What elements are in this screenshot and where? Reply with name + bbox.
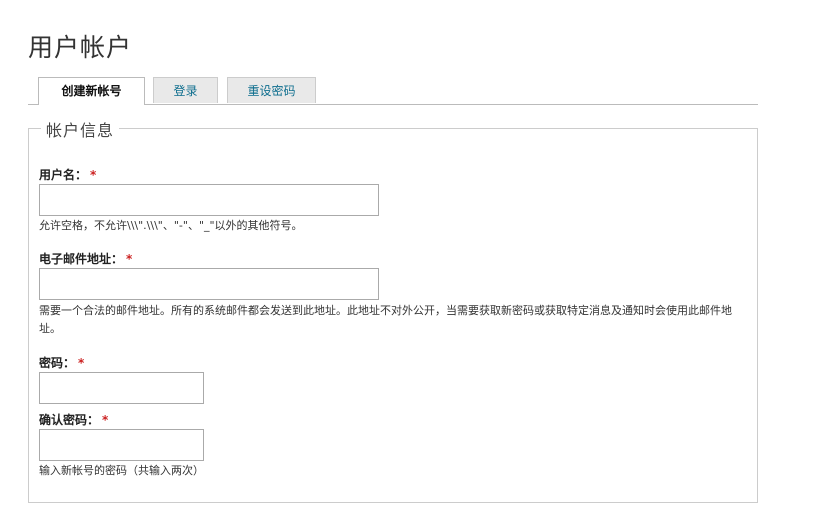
tab-create-account[interactable]: 创建新帐号 (38, 77, 145, 105)
password-required-mark: * (78, 356, 85, 370)
username-required-mark: * (90, 168, 97, 182)
password-label: 密码： * (39, 354, 84, 371)
username-input[interactable] (39, 184, 379, 216)
username-label-text: 用户名： (39, 168, 88, 182)
confirm-password-description: 输入新帐号的密码（共输入两次） (39, 464, 204, 477)
password-label-text: 密码： (39, 356, 76, 370)
email-description: 需要一个合法的邮件地址。所有的系统邮件都会发送到此地址。此地址不对外公开，当需要… (39, 304, 732, 335)
email-label: 电子邮件地址： * (39, 250, 132, 267)
confirm-password-required-mark: * (102, 413, 109, 427)
username-description: 允许空格，不允许\\\".\\\"、"-"、"_"以外的其他符号。 (39, 219, 303, 232)
username-label: 用户名： * (39, 166, 96, 183)
confirm-password-label-text: 确认密码： (39, 413, 100, 427)
tab-login[interactable]: 登录 (153, 77, 218, 103)
fieldset-legend: 帐户信息 (41, 117, 120, 141)
confirm-password-input[interactable] (39, 429, 204, 461)
password-input[interactable] (39, 372, 204, 404)
tab-reset-password[interactable]: 重设密码 (227, 77, 316, 103)
email-input[interactable] (39, 268, 379, 300)
email-label-text: 电子邮件地址： (39, 252, 124, 266)
page-title: 用户帐户 (28, 33, 133, 62)
register-page: 用户帐户 创建新帐号 登录 重设密码 帐户信息 用户名： * 允许空格，不允许\\… (0, 0, 817, 515)
email-required-mark: * (126, 252, 133, 266)
tab-bar: 创建新帐号 登录 重设密码 (28, 77, 758, 105)
confirm-password-label: 确认密码： * (39, 411, 108, 428)
